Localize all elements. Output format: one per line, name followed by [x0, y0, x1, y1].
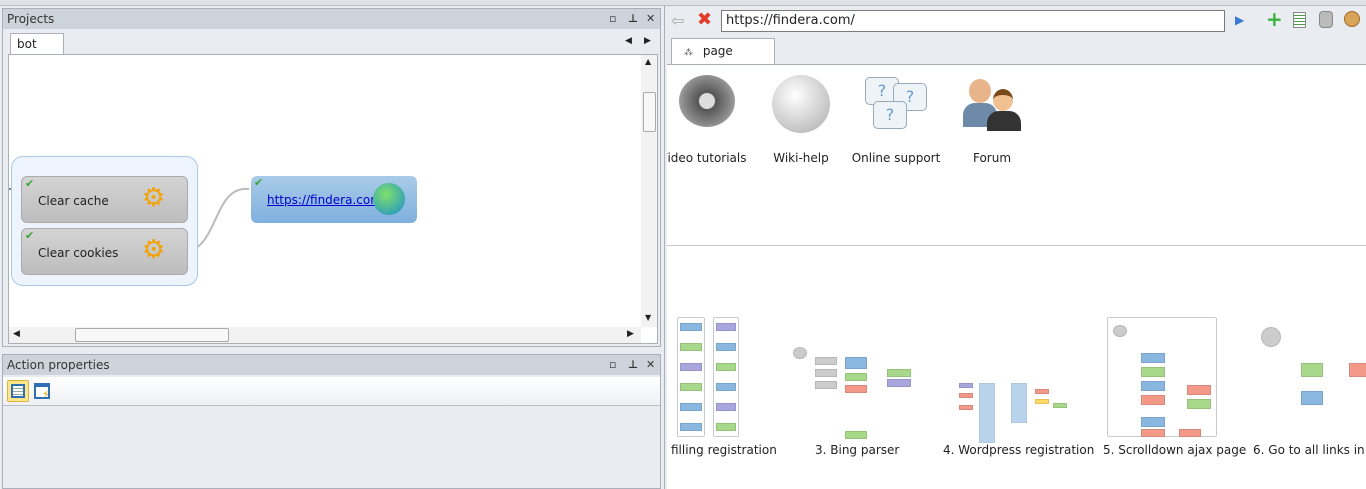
link-label: Forum — [972, 151, 1012, 165]
globe-www-icon — [373, 183, 405, 215]
add-icon[interactable]: + — [1266, 7, 1283, 31]
clear-cookies-icon[interactable] — [1344, 11, 1360, 27]
example-label: 6. Go to all links in the l — [1253, 443, 1366, 457]
link-wiki-help[interactable]: Wiki-help — [763, 71, 839, 165]
node-clear-cache[interactable]: ✔ Clear cache ⚙ — [21, 176, 188, 223]
action-toolbar: ⚡ — [3, 377, 660, 406]
close-icon[interactable]: ✕ — [646, 9, 655, 29]
tab-bot-label: bot — [17, 37, 37, 51]
close-icon[interactable]: ✕ — [646, 355, 655, 375]
link-video-tutorials[interactable]: Video tutorials — [667, 71, 747, 165]
people-icon — [963, 75, 1021, 133]
node-url-link[interactable]: https://findera.com — [267, 193, 382, 207]
example-label: 4. Wordpress registration — [943, 443, 1095, 457]
clear-storage-icon[interactable] — [1319, 11, 1333, 28]
pin-icon[interactable]: ⊥ — [628, 9, 638, 29]
link-forum[interactable]: Forum — [957, 71, 1027, 165]
grid-icon — [11, 384, 25, 398]
example-filling-registration[interactable]: filling registration — [667, 313, 777, 463]
pin-icon[interactable]: ⊥ — [628, 355, 638, 375]
tab-page-label: page — [702, 44, 733, 58]
film-icon — [679, 75, 735, 127]
tab-scroll-right-icon[interactable]: ▶ — [644, 36, 651, 46]
events-button[interactable]: ⚡ — [34, 383, 50, 401]
link-label: Wiki-help — [773, 151, 829, 165]
projects-title: Projects — [7, 12, 55, 26]
gears-icon: ⚙ — [142, 183, 166, 213]
check-icon: ✔ — [25, 229, 35, 242]
node-navigate-url[interactable]: ✔ https://findera.com — [251, 176, 417, 223]
content-divider — [667, 245, 1366, 246]
action-properties-title: Action properties — [7, 358, 110, 372]
vertical-scroll-thumb[interactable] — [643, 92, 656, 132]
project-canvas[interactable]: ✔ Clear cache ⚙ ✔ Clear cookies ⚙ ✔ http… — [8, 54, 658, 344]
web-content: Video tutorials Wiki-help ? ? ? Online s… — [667, 64, 1366, 489]
action-properties-header: Action properties ▫ ⊥ ✕ — [3, 355, 660, 375]
example-go-to-all-links[interactable]: 6. Go to all links in the l — [1251, 313, 1366, 463]
loading-icon: ⁂ — [684, 48, 693, 58]
projects-panel: Projects ▫ ⊥ ✕ bot ✕ ◀ ▶ ✔ Clear cache ⚙… — [2, 8, 661, 347]
example-bing-parser[interactable]: 3. Bing parser — [785, 313, 915, 463]
link-label: Video tutorials — [667, 151, 747, 165]
projects-header: Projects ▫ ⊥ ✕ — [3, 9, 660, 29]
horizontal-scrollbar[interactable]: ◀ ▶ — [9, 327, 641, 343]
browser-panel: ⇦ ✖ https://findera.com/ ▶ + ⁂ page Vide… — [664, 6, 1366, 489]
lightning-icon: ⚡ — [42, 388, 50, 401]
go-icon[interactable]: ▶ — [1235, 13, 1244, 27]
gears-icon: ⚙ — [142, 235, 166, 265]
url-input[interactable]: https://findera.com/ — [721, 10, 1225, 32]
horizontal-scroll-thumb[interactable] — [75, 328, 229, 342]
node-clear-cookies[interactable]: ✔ Clear cookies ⚙ — [21, 228, 188, 275]
example-label: filling registration — [671, 443, 777, 457]
link-online-support[interactable]: ? ? ? Online support — [851, 71, 941, 165]
tab-page[interactable]: ⁂ page — [671, 38, 775, 64]
stop-icon[interactable]: ✖ — [697, 9, 712, 30]
question-bubbles-icon: ? ? ? — [865, 75, 927, 133]
example-scrolldown-ajax-page[interactable]: 5. Scrolldown ajax page — [1103, 313, 1246, 463]
vertical-scrollbar[interactable]: ▲ ▼ — [641, 55, 657, 327]
back-icon[interactable]: ⇦ — [671, 11, 684, 30]
tab-scroll-left-icon[interactable]: ◀ — [625, 36, 632, 46]
link-label: Online support — [851, 151, 941, 165]
maximize-icon[interactable]: ▫ — [609, 9, 616, 29]
node-label: Clear cache — [38, 194, 109, 208]
wiki-globe-icon — [772, 75, 830, 133]
tab-bot[interactable]: bot ✕ — [10, 33, 64, 71]
example-wordpress-registration[interactable]: 4. Wordpress registration — [939, 313, 1094, 463]
page-source-icon[interactable] — [1293, 12, 1306, 28]
example-label: 5. Scrolldown ajax page — [1103, 443, 1247, 457]
action-properties-panel: Action properties ▫ ⊥ ✕ ⚡ — [2, 354, 661, 489]
maximize-icon[interactable]: ▫ — [609, 355, 616, 375]
check-icon: ✔ — [25, 177, 35, 190]
check-icon: ✔ — [254, 176, 264, 189]
node-label: Clear cookies — [38, 246, 119, 260]
properties-grid-button[interactable] — [7, 380, 29, 402]
example-label: 3. Bing parser — [815, 443, 900, 457]
